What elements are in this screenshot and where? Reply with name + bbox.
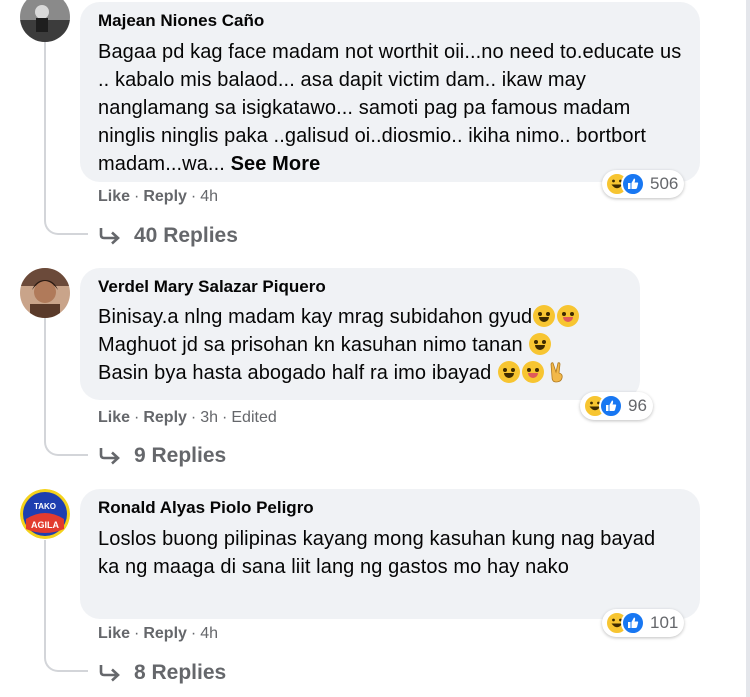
like-reaction-icon — [599, 394, 623, 418]
thread-line — [44, 318, 46, 436]
comment-actions: Like · Reply · 4h — [98, 188, 219, 205]
timestamp[interactable]: 4h — [200, 188, 218, 205]
avatar[interactable]: TAKO AGILA — [20, 489, 70, 539]
reaction-count: 506 — [650, 174, 679, 193]
comment-actions: Like · Reply · 4h — [98, 625, 219, 642]
comment-author[interactable]: Verdel Mary Salazar Piquero — [98, 277, 622, 297]
winking-tongue-emoji — [557, 305, 580, 327]
comment-author[interactable]: Majean Niones Caño — [98, 11, 682, 31]
avatar[interactable] — [20, 268, 70, 318]
window-edge — [746, 0, 750, 697]
reaction-summary[interactable]: 506 — [602, 170, 685, 198]
comment-bubble: Ronald Alyas Piolo Peligro Loslos buong … — [80, 489, 700, 619]
reply-arrow-icon — [99, 228, 120, 245]
thread-connector — [44, 652, 88, 672]
replies-count: 9 Replies — [134, 444, 227, 467]
avatar-logo-text: TAKO — [34, 502, 56, 511]
comment-actions: Like · Reply · 3h · Edited — [98, 409, 277, 426]
timestamp[interactable]: 4h — [200, 625, 218, 642]
thread-line — [44, 40, 46, 215]
reply-link[interactable]: Reply — [143, 188, 187, 205]
reaction-count: 101 — [650, 613, 679, 632]
comment-author[interactable]: Ronald Alyas Piolo Peligro — [98, 498, 682, 518]
grinning-sweat-emoji — [498, 361, 521, 383]
thread-line — [44, 540, 46, 652]
comment-text: Loslos buong pilipinas kayang mong kasuh… — [98, 528, 656, 578]
like-reaction-icon — [621, 172, 645, 196]
like-reaction-icon — [621, 611, 645, 635]
edited-label: Edited — [231, 409, 277, 426]
replies-count: 40 Replies — [134, 224, 238, 247]
reply-arrow-icon — [99, 665, 120, 682]
avatar-logo-text: AGILA — [31, 520, 59, 530]
see-more-link[interactable]: See More — [231, 153, 321, 175]
reaction-count: 96 — [628, 396, 647, 415]
view-replies-button[interactable]: 8 Replies — [98, 661, 226, 685]
reaction-summary[interactable]: 96 — [580, 392, 653, 420]
reply-link[interactable]: Reply — [143, 409, 187, 426]
like-link[interactable]: Like — [98, 188, 130, 205]
thread-connector — [44, 436, 88, 456]
victory-hand-emoji — [550, 362, 563, 383]
reply-link[interactable]: Reply — [143, 625, 187, 642]
like-link[interactable]: Like — [98, 625, 130, 642]
comment-text: Bagaa pd kag face madam not worthit oii.… — [98, 41, 682, 175]
reply-arrow-icon — [99, 448, 120, 465]
comment-bubble: Verdel Mary Salazar Piquero Binisay.a nl… — [80, 268, 640, 400]
timestamp[interactable]: 3h — [200, 409, 218, 426]
thread-connector — [44, 215, 88, 235]
avatar[interactable] — [20, 0, 70, 42]
winking-tongue-emoji — [522, 361, 545, 383]
like-link[interactable]: Like — [98, 409, 130, 426]
replies-count: 8 Replies — [134, 661, 227, 684]
view-replies-button[interactable]: 40 Replies — [98, 224, 238, 248]
reaction-summary[interactable]: 101 — [602, 609, 685, 637]
crying-laughing-emoji — [533, 305, 556, 327]
comment-text: Binisay.a nlng madam kay mrag subidahon … — [98, 303, 622, 387]
view-replies-button[interactable]: 9 Replies — [98, 444, 226, 468]
comment-bubble: Majean Niones Caño Bagaa pd kag face mad… — [80, 2, 700, 182]
rolling-laughing-emoji — [529, 333, 552, 355]
